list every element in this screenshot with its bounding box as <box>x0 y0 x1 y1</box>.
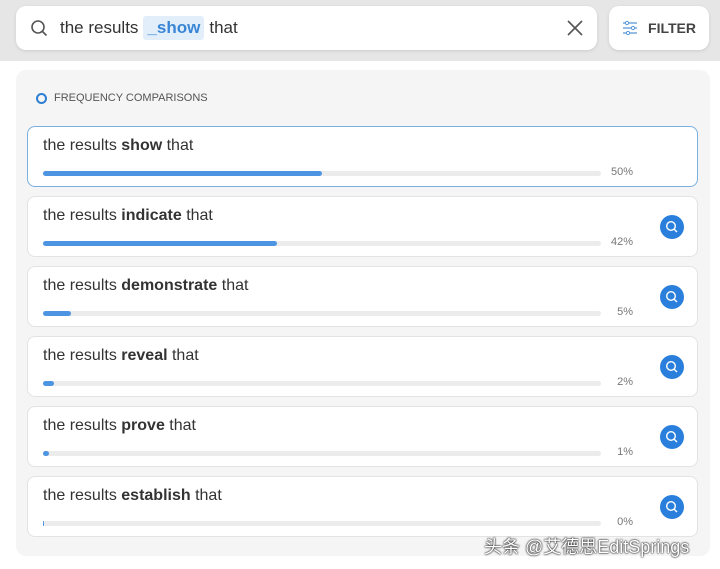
frequency-bar-fill <box>43 241 278 246</box>
phrase-after: that <box>186 207 213 224</box>
phrase-word: reveal <box>121 347 168 364</box>
result-phrase: the results reveal that <box>43 347 199 365</box>
results-panel: FREQUENCY COMPARISONS the results show t… <box>16 70 710 556</box>
circle-icon <box>36 92 47 104</box>
search-icon <box>665 290 678 303</box>
phrase-after: that <box>171 347 199 364</box>
phrase-before: the results <box>43 487 117 504</box>
phrase-word: prove <box>121 417 165 434</box>
phrase-before: the results <box>43 137 117 154</box>
result-phrase: the results demonstrate that <box>43 277 248 295</box>
search-input[interactable]: the results _show that <box>16 6 597 50</box>
frequency-bar <box>43 171 601 176</box>
frequency-percent: 42% <box>610 236 633 248</box>
frequency-bar <box>43 451 601 456</box>
search-example-button[interactable] <box>660 355 684 379</box>
query-highlight-token[interactable]: _show <box>143 16 205 40</box>
search-icon <box>31 20 48 37</box>
search-example-button[interactable] <box>660 495 684 519</box>
frequency-bar-fill <box>43 451 49 456</box>
frequency-percent: 0% <box>617 516 633 528</box>
phrase-before: the results <box>43 347 117 364</box>
phrase-after: that <box>221 277 249 294</box>
phrase-after: that <box>169 417 196 434</box>
filter-button[interactable]: FILTER <box>609 6 709 50</box>
search-icon <box>665 500 678 513</box>
search-icon <box>665 430 678 443</box>
search-example-button[interactable] <box>660 285 684 309</box>
frequency-bar-fill <box>43 171 322 176</box>
frequency-bar <box>43 521 601 526</box>
frequency-percent: 50% <box>610 166 633 178</box>
search-icon <box>665 360 678 373</box>
frequency-percent: 2% <box>617 376 633 388</box>
section-title: FREQUENCY COMPARISONS <box>54 92 208 104</box>
phrase-word: show <box>121 137 163 154</box>
query-suffix: that <box>209 18 238 37</box>
top-bar: the results _show that FILTER <box>0 0 720 61</box>
frequency-bar-fill <box>43 381 55 386</box>
phrase-word: demonstrate <box>121 277 218 294</box>
result-item[interactable]: the results prove that 1% <box>27 406 698 467</box>
result-phrase: the results show that <box>43 137 193 155</box>
phrase-word: establish <box>121 487 191 504</box>
result-item[interactable]: the results show that 50% <box>27 126 698 187</box>
frequency-percent: 5% <box>617 306 633 318</box>
result-phrase: the results indicate that <box>43 207 213 225</box>
section-heading: FREQUENCY COMPARISONS <box>36 92 208 104</box>
result-item[interactable]: the results reveal that 2% <box>27 336 698 397</box>
frequency-bar <box>43 241 601 246</box>
phrase-before: the results <box>43 207 117 224</box>
phrase-after: that <box>195 487 222 504</box>
phrase-word: indicate <box>121 207 182 224</box>
phrase-before: the results <box>43 417 117 434</box>
query-prefix: the results <box>60 18 139 37</box>
watermark: 头条 @艾德思EditSprings <box>484 537 690 557</box>
frequency-bar <box>43 381 601 386</box>
result-item[interactable]: the results demonstrate that 5% <box>27 266 698 327</box>
frequency-percent: 1% <box>617 446 633 458</box>
phrase-after: that <box>166 137 194 154</box>
frequency-bar-fill <box>43 311 71 316</box>
search-example-button[interactable] <box>660 425 684 449</box>
frequency-bar-fill <box>43 521 44 526</box>
result-item[interactable]: the results establish that 0% <box>27 476 698 537</box>
phrase-before: the results <box>43 277 117 294</box>
filter-label: FILTER <box>648 20 696 36</box>
close-icon[interactable] <box>565 18 585 38</box>
result-item[interactable]: the results indicate that 42% <box>27 196 698 257</box>
search-example-button[interactable] <box>660 215 684 239</box>
frequency-bar <box>43 311 601 316</box>
result-phrase: the results establish that <box>43 487 222 505</box>
search-icon <box>665 220 678 233</box>
result-phrase: the results prove that <box>43 417 196 435</box>
sliders-icon <box>623 20 638 36</box>
search-query: the results _show that <box>60 16 238 40</box>
